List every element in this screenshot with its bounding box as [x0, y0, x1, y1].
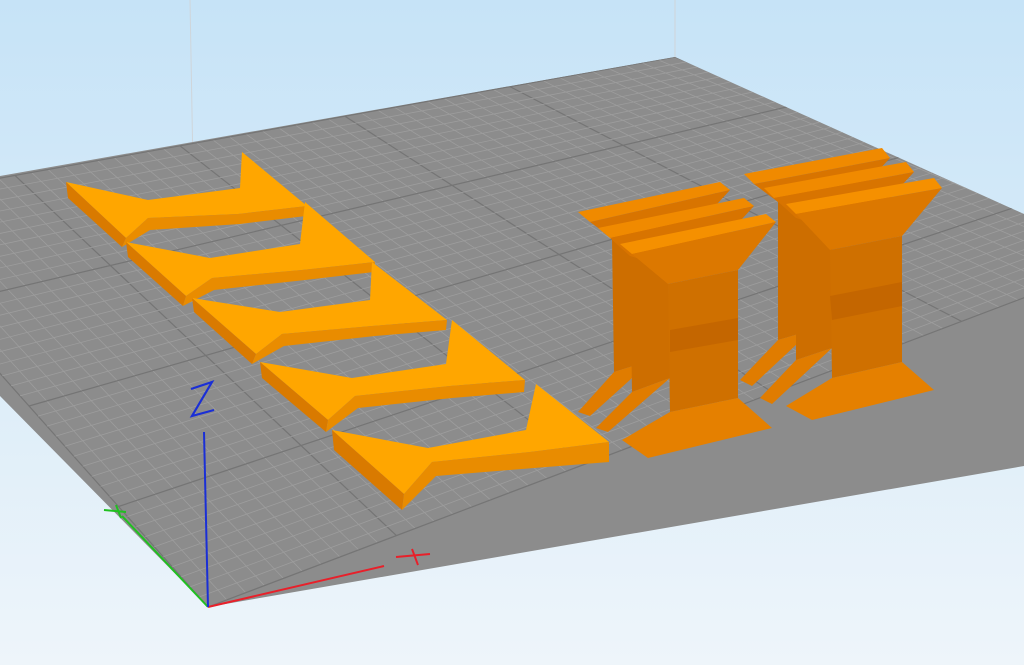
print-scene[interactable]: X Y Z: [0, 0, 1024, 665]
3d-viewport[interactable]: X Y Z: [0, 0, 1024, 665]
